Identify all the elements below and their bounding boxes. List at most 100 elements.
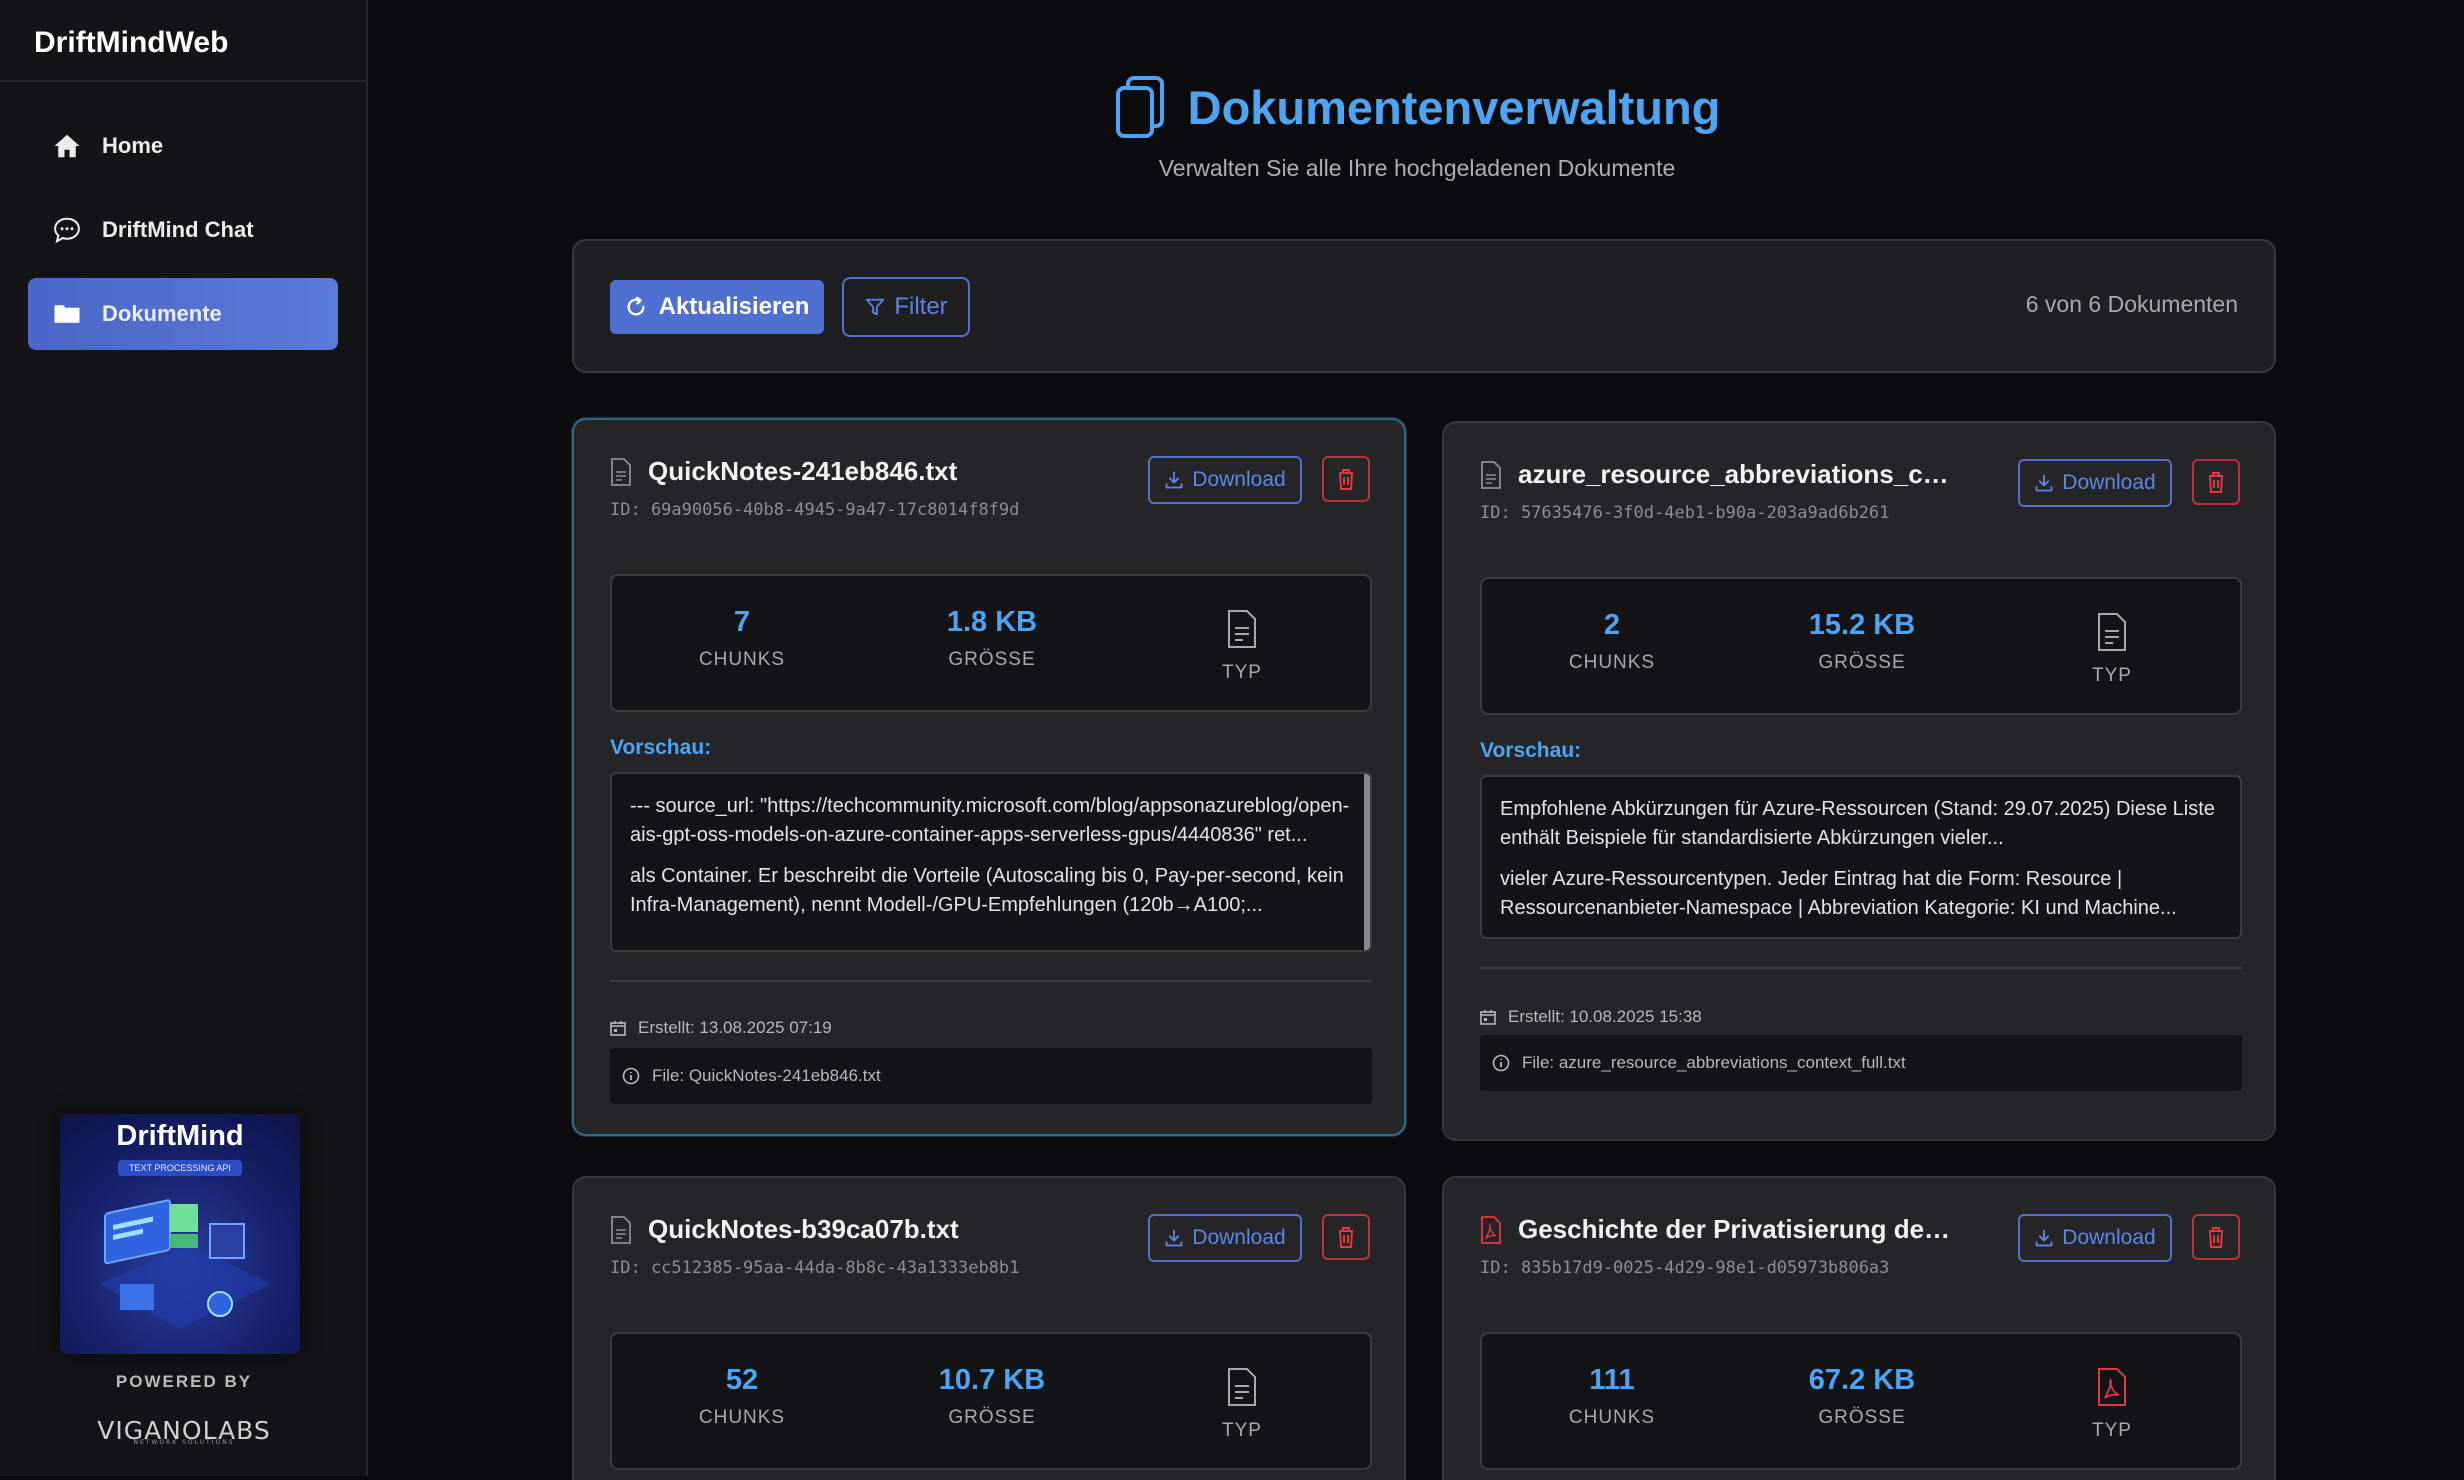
created-text: Erstellt: 10.08.2025 15:38: [1508, 1007, 1702, 1026]
delete-button[interactable]: [2192, 1214, 2240, 1260]
info-icon: [622, 1067, 640, 1085]
refresh-button[interactable]: Aktualisieren: [610, 280, 824, 334]
size-stat: 15.2 KB GRÖSSE: [1762, 609, 1962, 674]
document-stats: 2 CHUNKS 15.2 KB GRÖSSE TYP: [1480, 577, 2242, 715]
delete-button[interactable]: [1322, 1214, 1370, 1260]
document-stats: 7 CHUNKS 1.8 KB GRÖSSE TYP: [610, 574, 1372, 712]
download-label: Download: [2062, 1226, 2156, 1249]
sidebar-item-home[interactable]: Home: [28, 110, 338, 182]
type-stat: TYP: [2012, 613, 2212, 687]
document-card[interactable]: azure_resource_abbreviations_context_fu.…: [1442, 421, 2276, 1141]
document-title: QuickNotes-b39ca07b.txt: [648, 1214, 959, 1244]
file-icon: [611, 1216, 631, 1244]
delete-button[interactable]: [1322, 456, 1370, 502]
refresh-label: Aktualisieren: [658, 293, 810, 320]
size-label: GRÖSSE: [948, 649, 1036, 670]
type-label: TYP: [2092, 665, 2132, 686]
file-info: File: azure_resource_abbreviations_conte…: [1480, 1035, 2242, 1091]
download-button[interactable]: Download: [2018, 459, 2172, 507]
sidebar-nav: Home DriftMind Chat Dokumente: [0, 82, 366, 350]
pdf-file-icon: [2098, 1368, 2126, 1406]
document-stats: 111 CHUNKS 67.2 KB GRÖSSE TYP: [1480, 1332, 2242, 1470]
download-icon: [2035, 1229, 2053, 1247]
sidebar-item-chat[interactable]: DriftMind Chat: [28, 194, 338, 266]
info-icon: [1492, 1054, 1510, 1072]
chunks-label: CHUNKS: [698, 1407, 786, 1428]
download-button[interactable]: Download: [1148, 456, 1302, 504]
promo-title: DriftMind: [116, 1120, 244, 1152]
preview-text[interactable]: --- source_url: "https://techcommunity.m…: [610, 772, 1372, 952]
chunks-stat: 52 CHUNKS: [642, 1364, 842, 1429]
document-card[interactable]: QuickNotes-241eb846.txt ID: 69a90056-40b…: [572, 418, 1406, 1136]
chunks-value: 111: [1589, 1364, 1635, 1396]
download-button[interactable]: Download: [2018, 1214, 2172, 1262]
chunks-label: CHUNKS: [1568, 652, 1656, 673]
page-title: Dokumentenverwaltung: [1187, 80, 1721, 134]
size-value: 1.8 KB: [946, 606, 1038, 638]
document-count: 6 von 6 Dokumenten: [2025, 291, 2238, 317]
document-title: QuickNotes-241eb846.txt: [648, 456, 958, 486]
sidebar-item-label: Home: [102, 133, 164, 158]
sidebar-item-dokumente[interactable]: Dokumente: [28, 278, 338, 350]
type-stat: TYP: [2012, 1368, 2212, 1442]
preview-text[interactable]: Empfohlene Abkürzungen für Azure-Ressour…: [1480, 775, 2242, 939]
document-card[interactable]: Geschichte der Privatisierung der Teleko…: [1442, 1176, 2276, 1480]
download-button[interactable]: Download: [1148, 1214, 1302, 1262]
promo-subtitle: TEXT PROCESSING API: [118, 1160, 242, 1176]
filter-button[interactable]: Filter: [842, 277, 970, 337]
folder-icon: [54, 305, 80, 323]
download-label: Download: [1192, 1226, 1286, 1249]
created-text: Erstellt: 13.08.2025 07:19: [638, 1018, 832, 1037]
type-stat: TYP: [1142, 610, 1342, 684]
document-card[interactable]: QuickNotes-b39ca07b.txt ID: cc512385-95a…: [572, 1176, 1406, 1480]
document-title: azure_resource_abbreviations_context_fu.…: [1518, 459, 1958, 489]
chunks-label: CHUNKS: [1568, 1407, 1656, 1428]
sidebar-item-label: Dokumente: [102, 301, 222, 326]
company-logo: VIGANOLABS NETWORK SOLUTIONS: [0, 1416, 368, 1446]
pdf-icon: [1481, 1216, 1501, 1244]
size-stat: 67.2 KB GRÖSSE: [1762, 1364, 1962, 1429]
size-value: 10.7 KB: [938, 1364, 1046, 1396]
chat-icon: [54, 217, 80, 244]
preview-paragraph: vieler Azure-Ressourcentypen. Jeder Eint…: [1500, 868, 2177, 919]
type-stat: TYP: [1142, 1368, 1342, 1442]
download-icon: [1165, 1229, 1183, 1247]
chunks-label: CHUNKS: [698, 649, 786, 670]
file-info: File: QuickNotes-241eb846.txt: [610, 1048, 1372, 1104]
page-subtitle: Verwalten Sie alle Ihre hochgeladenen Do…: [1158, 155, 1676, 181]
preview-paragraph: Empfohlene Abkürzungen für Azure-Ressour…: [1500, 798, 2215, 849]
trash-icon: [1339, 469, 1353, 490]
trash-icon: [1339, 1227, 1353, 1248]
type-label: TYP: [1222, 1420, 1262, 1441]
chunks-value: 7: [733, 606, 751, 638]
size-label: GRÖSSE: [1818, 1407, 1906, 1428]
size-value: 67.2 KB: [1808, 1364, 1916, 1396]
company-tagline: NETWORK SOLUTIONS: [133, 1439, 235, 1446]
illustration-icon: [100, 1199, 270, 1329]
preview-paragraph: --- source_url: "https://techcommunity.m…: [630, 795, 1350, 846]
created-date: Erstellt: 10.08.2025 15:38: [1480, 1007, 1702, 1027]
promo-image: DriftMind TEXT PROCESSING API: [60, 1114, 300, 1354]
documents-icon: [1115, 76, 1164, 138]
preview-label: Vorschau:: [1480, 739, 1582, 762]
document-id: ID: 835b17d9-0025-4d29-98e1-d05973b806a3: [1480, 1258, 1890, 1278]
toolbar: Aktualisieren Filter 6 von 6 Dokumenten: [572, 239, 2276, 373]
powered-by-label: POWERED BY: [115, 1372, 253, 1391]
text-file-icon: [2098, 613, 2126, 651]
delete-button[interactable]: [2192, 459, 2240, 505]
preview-label: Vorschau:: [610, 736, 712, 759]
document-id: ID: 57635476-3f0d-4eb1-b90a-203a9ad6b261: [1480, 503, 1890, 523]
download-icon: [1165, 471, 1183, 489]
file-icon: [611, 458, 631, 486]
calendar-icon: [610, 1021, 626, 1036]
sidebar-item-label: DriftMind Chat: [102, 217, 254, 242]
type-label: TYP: [1222, 662, 1262, 683]
scrollbar[interactable]: [1364, 774, 1370, 950]
document-stats: 52 CHUNKS 10.7 KB GRÖSSE TYP: [610, 1332, 1372, 1470]
file-icon: [1481, 461, 1501, 489]
home-icon: [54, 134, 80, 158]
trash-icon: [2209, 472, 2223, 493]
preview-paragraph: als Container. Er beschreibt die Vorteil…: [630, 865, 1344, 916]
chunks-value: 2: [1603, 609, 1621, 641]
size-stat: 1.8 KB GRÖSSE: [892, 606, 1092, 671]
